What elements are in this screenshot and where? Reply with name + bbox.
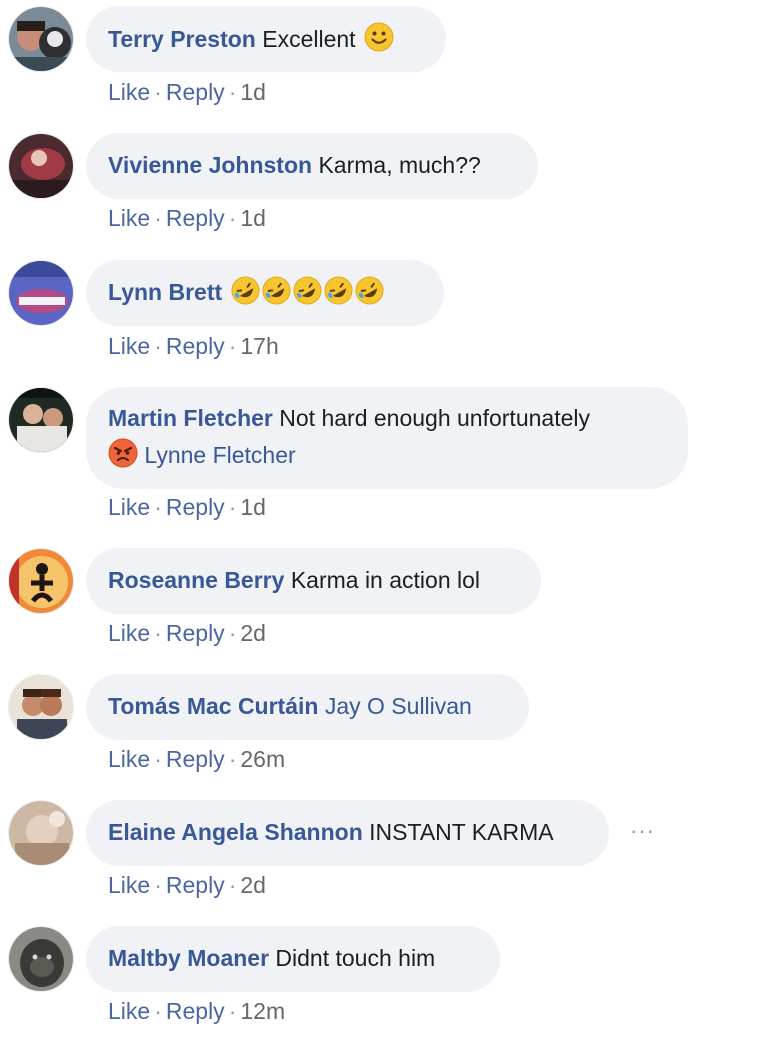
separator: · <box>228 333 237 359</box>
avatar[interactable] <box>8 674 74 740</box>
separator: · <box>154 746 162 772</box>
commenter-name[interactable]: Elaine Angela Shannon <box>108 819 363 845</box>
separator: · <box>154 494 162 520</box>
commenter-name[interactable]: Maltby Moaner <box>108 945 269 971</box>
comment-actions: Like · Reply · 1d <box>108 493 266 521</box>
reply-link[interactable]: Reply <box>166 333 225 359</box>
comment-bubble: Elaine Angela Shannon INSTANT KARMA <box>86 800 609 866</box>
separator: · <box>154 620 162 646</box>
separator: · <box>154 998 162 1024</box>
commenter-name[interactable]: Martin Fletcher <box>108 405 273 431</box>
comment-actions: Like · Reply · 2d <box>108 619 266 647</box>
separator: · <box>154 333 162 359</box>
separator: · <box>154 79 162 105</box>
angry-face-icon <box>108 438 138 468</box>
separator: · <box>228 872 237 898</box>
separator: · <box>228 746 237 772</box>
commenter-name[interactable]: Vivienne Johnston <box>108 152 312 178</box>
comment-text: Karma, much?? <box>318 152 481 178</box>
mention-link[interactable]: Jay O Sullivan <box>325 693 472 719</box>
timestamp[interactable]: 1d <box>240 205 266 231</box>
slightly-smiling-face-icon <box>364 22 394 52</box>
rolling-on-floor-laughing-icon <box>355 276 384 305</box>
separator: · <box>228 494 237 520</box>
separator: · <box>154 872 162 898</box>
reply-link[interactable]: Reply <box>166 205 225 231</box>
comment-actions: Like · Reply · 12m <box>108 997 285 1025</box>
avatar[interactable] <box>8 387 74 453</box>
comment-actions: Like · Reply · 26m <box>108 745 285 773</box>
like-link[interactable]: Like <box>108 494 150 520</box>
commenter-name[interactable]: Lynn Brett <box>108 279 222 305</box>
reply-link[interactable]: Reply <box>166 746 225 772</box>
comment-actions: Like · Reply · 2d <box>108 871 266 899</box>
commenter-name[interactable]: Tomás Mac Curtáin <box>108 693 318 719</box>
comment-bubble: Martin Fletcher Not hard enough unfortun… <box>86 387 688 489</box>
avatar[interactable] <box>8 548 74 614</box>
like-link[interactable]: Like <box>108 79 150 105</box>
rolling-on-floor-laughing-icon <box>262 276 291 305</box>
comment-bubble: Terry Preston Excellent <box>86 6 446 72</box>
avatar[interactable] <box>8 800 74 866</box>
avatar[interactable] <box>8 6 74 72</box>
comment-text: Excellent <box>262 26 356 52</box>
like-link[interactable]: Like <box>108 998 150 1024</box>
timestamp[interactable]: 1d <box>240 494 266 520</box>
rolling-on-floor-laughing-icon <box>324 276 353 305</box>
comment-text: INSTANT KARMA <box>369 819 554 845</box>
mention-link[interactable]: Lynne Fletcher <box>144 442 295 468</box>
comment-actions: Like · Reply · 17h <box>108 332 279 360</box>
reply-link[interactable]: Reply <box>166 494 225 520</box>
like-link[interactable]: Like <box>108 333 150 359</box>
separator: · <box>228 205 237 231</box>
reply-link[interactable]: Reply <box>166 620 225 646</box>
reply-link[interactable]: Reply <box>166 872 225 898</box>
emoji-group <box>229 276 384 305</box>
reply-link[interactable]: Reply <box>166 79 225 105</box>
like-link[interactable]: Like <box>108 872 150 898</box>
avatar[interactable] <box>8 926 74 992</box>
like-link[interactable]: Like <box>108 205 150 231</box>
comment-text: Karma in action lol <box>290 567 481 593</box>
timestamp[interactable]: 1d <box>240 79 266 105</box>
timestamp[interactable]: 17h <box>240 333 278 359</box>
like-link[interactable]: Like <box>108 746 150 772</box>
avatar[interactable] <box>8 260 74 326</box>
reply-link[interactable]: Reply <box>166 998 225 1024</box>
more-options-button[interactable]: ··· <box>630 818 655 844</box>
separator: · <box>228 998 237 1024</box>
comment-bubble: Roseanne Berry Karma in action lol <box>86 548 541 614</box>
comment-bubble: Tomás Mac Curtáin Jay O Sullivan <box>86 674 529 740</box>
avatar[interactable] <box>8 133 74 199</box>
separator: · <box>228 620 237 646</box>
comment-actions: Like · Reply · 1d <box>108 78 266 106</box>
rolling-on-floor-laughing-icon <box>231 276 260 305</box>
commenter-name[interactable]: Roseanne Berry <box>108 567 284 593</box>
timestamp[interactable]: 2d <box>240 620 266 646</box>
comment-bubble: Maltby Moaner Didnt touch him <box>86 926 500 992</box>
rolling-on-floor-laughing-icon <box>293 276 322 305</box>
separator: · <box>154 205 162 231</box>
comment-text: Didnt touch him <box>275 945 436 971</box>
timestamp[interactable]: 26m <box>240 746 285 772</box>
timestamp[interactable]: 2d <box>240 872 266 898</box>
commenter-name[interactable]: Terry Preston <box>108 26 256 52</box>
separator: · <box>228 79 237 105</box>
comment-actions: Like · Reply · 1d <box>108 204 266 232</box>
timestamp[interactable]: 12m <box>240 998 285 1024</box>
comment-text: Not hard enough unfortunately <box>279 405 590 431</box>
comment-bubble: Lynn Brett <box>86 260 444 326</box>
comment-bubble: Vivienne Johnston Karma, much?? <box>86 133 538 199</box>
like-link[interactable]: Like <box>108 620 150 646</box>
